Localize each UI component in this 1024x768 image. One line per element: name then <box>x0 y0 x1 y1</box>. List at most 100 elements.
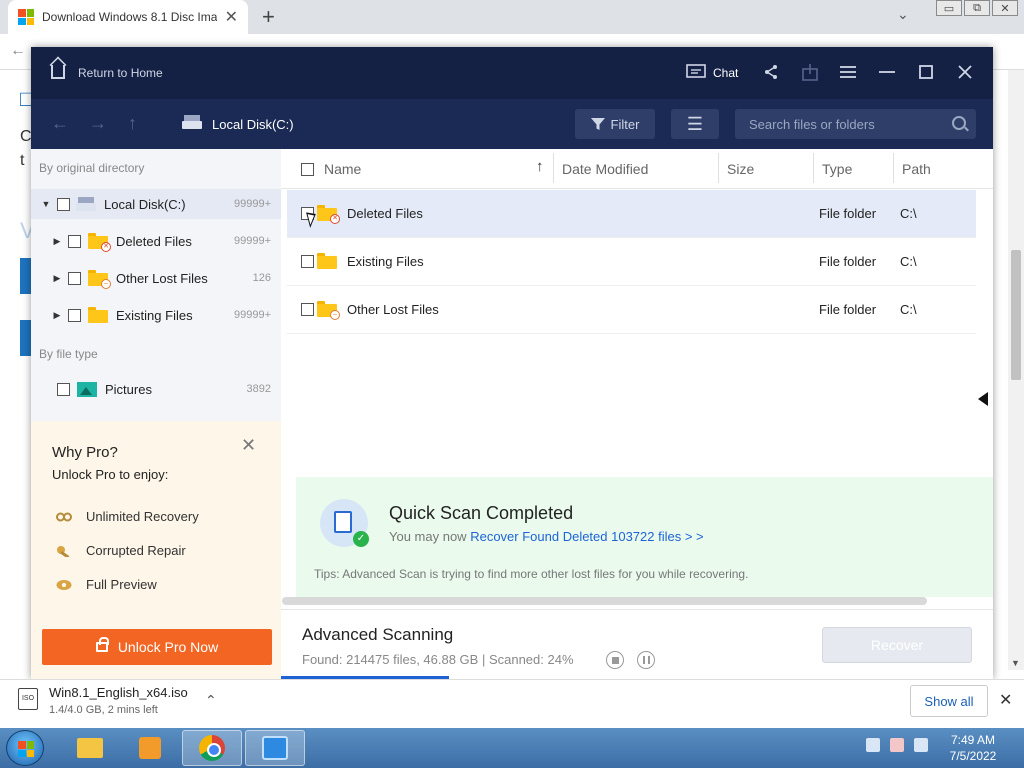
filter-icon <box>590 118 605 130</box>
tree-checkbox[interactable] <box>68 234 81 248</box>
list-menu-button[interactable]: ☰ <box>671 109 719 139</box>
home-icon[interactable] <box>51 65 65 79</box>
expand-right-icon[interactable]: ▶ <box>52 236 62 247</box>
scan-complete-card: ✓ Quick Scan Completed You may now Recov… <box>296 477 993 597</box>
collapse-panel-icon[interactable] <box>978 392 988 406</box>
chat-icon[interactable] <box>686 61 706 83</box>
tab-close-icon[interactable]: ✕ <box>225 7 238 27</box>
taskbar-explorer[interactable] <box>60 730 120 766</box>
horizontal-scrollbar[interactable] <box>282 597 927 605</box>
column-header-path[interactable]: Path <box>902 161 931 177</box>
browser-close-icon[interactable]: ✕ <box>992 0 1018 16</box>
close-icon[interactable] <box>958 61 972 83</box>
row-checkbox[interactable] <box>301 303 314 316</box>
recover-button[interactable]: Recover <box>822 627 972 663</box>
tree-item-label: Deleted Files <box>116 233 192 249</box>
taskbar-recovery-app[interactable] <box>245 730 305 766</box>
tree-item-other-lost-files[interactable]: ▶ – Other Lost Files 126 <box>31 263 281 293</box>
browser-tab[interactable]: Download Windows 8.1 Disc Ima ✕ <box>8 0 248 34</box>
tree-checkbox[interactable] <box>57 197 70 211</box>
eye-icon <box>56 579 72 590</box>
shelf-close-icon[interactable]: ✕ <box>999 690 1012 710</box>
return-home-link[interactable]: Return to Home <box>78 66 163 80</box>
row-type: File folder <box>819 254 877 269</box>
chevron-up-icon[interactable]: ⌃ <box>205 692 217 709</box>
search-icon[interactable] <box>952 116 966 130</box>
column-divider[interactable] <box>893 153 894 183</box>
browser-restore-icon[interactable]: ⧉ <box>964 0 990 16</box>
taskbar-media-player[interactable] <box>120 730 180 766</box>
minimize-icon[interactable] <box>879 61 895 83</box>
page-scroll-thumb[interactable] <box>1011 250 1021 380</box>
menu-icon[interactable] <box>840 61 856 83</box>
tree-item-local-disk[interactable]: ▼ Local Disk(C:) 99999+ <box>31 189 281 219</box>
new-tab-button[interactable]: + <box>262 4 275 30</box>
pro-close-icon[interactable]: ✕ <box>241 435 256 456</box>
unlock-pro-label: Unlock Pro Now <box>117 639 219 655</box>
download-filename[interactable]: Win8.1_English_x64.iso <box>49 685 188 700</box>
expand-right-icon[interactable]: ▶ <box>52 310 62 321</box>
table-row[interactable]: ✕ Deleted Files File folder C:\ <box>287 190 976 238</box>
chrome-icon <box>199 735 225 761</box>
column-header-date-modified[interactable]: Date Modified <box>562 161 648 177</box>
breadcrumb[interactable]: Local Disk(C:) <box>212 117 294 132</box>
page-scrollbar[interactable]: ▼ <box>1008 70 1024 670</box>
scroll-down-icon[interactable]: ▼ <box>1011 658 1020 668</box>
pictures-icon <box>77 381 97 397</box>
table-row[interactable]: – Other Lost Files File folder C:\ <box>287 286 976 334</box>
table-row[interactable]: Existing Files File folder C:\ <box>287 238 976 286</box>
tree-item-count: 99999+ <box>233 235 271 247</box>
unlock-pro-button[interactable]: Unlock Pro Now <box>42 629 272 665</box>
recover-found-link[interactable]: Recover Found Deleted 103722 files > > <box>470 529 703 544</box>
expand-down-icon[interactable]: ▼ <box>41 199 51 209</box>
row-checkbox[interactable] <box>301 255 314 268</box>
taskbar-chrome[interactable] <box>182 730 242 766</box>
tree-item-existing-files[interactable]: ▶ Existing Files 99999+ <box>31 300 281 330</box>
infinity-icon <box>56 512 72 521</box>
maximize-icon[interactable] <box>919 61 933 83</box>
system-clock[interactable]: 7:49 AM 7/5/2022 <box>938 732 1008 764</box>
disk-icon <box>76 197 96 211</box>
show-all-button[interactable]: Show all <box>910 685 988 717</box>
network-icon[interactable] <box>866 738 880 752</box>
column-divider[interactable] <box>718 153 719 183</box>
share-icon[interactable] <box>763 61 779 83</box>
tree-item-deleted-files[interactable]: ▶ ✕ Deleted Files 99999+ <box>31 226 281 256</box>
page-fragment-text: C <box>20 128 32 145</box>
tree-checkbox[interactable] <box>68 271 81 285</box>
iso-file-icon: ISO <box>18 688 38 710</box>
select-all-checkbox[interactable] <box>301 163 314 176</box>
tree-item-pictures[interactable]: Pictures 3892 <box>31 374 281 404</box>
volume-icon[interactable] <box>914 738 928 752</box>
browser-tabstrip: Download Windows 8.1 Disc Ima ✕ + ⌄ ▭ ⧉ … <box>0 0 1024 34</box>
filter-button[interactable]: Filter <box>575 109 655 139</box>
column-header-size[interactable]: Size <box>727 161 754 177</box>
nav-back-icon[interactable]: ← <box>51 113 69 134</box>
column-divider[interactable] <box>553 153 554 183</box>
tree-checkbox[interactable] <box>68 308 81 322</box>
scan-status-bar: Advanced Scanning Found: 214475 files, 4… <box>281 609 993 679</box>
tree-item-label: Existing Files <box>116 307 193 323</box>
browser-minimize-icon[interactable]: ▭ <box>936 0 962 16</box>
browser-back-icon[interactable]: ← <box>10 42 26 60</box>
tab-search-icon[interactable]: ⌄ <box>897 6 909 23</box>
start-button[interactable] <box>6 730 44 766</box>
column-header-name[interactable]: Name <box>324 161 361 177</box>
download-status: 1.4/4.0 GB, 2 mins left <box>49 704 158 716</box>
tab-title: Download Windows 8.1 Disc Ima <box>42 10 217 24</box>
column-divider[interactable] <box>813 153 814 183</box>
row-name: Other Lost Files <box>347 302 439 317</box>
export-icon[interactable] <box>801 61 819 83</box>
pause-scan-icon[interactable] <box>637 651 655 669</box>
scan-prefix: You may now <box>389 529 467 544</box>
chat-button[interactable]: Chat <box>713 66 738 80</box>
expand-right-icon[interactable]: ▶ <box>52 273 62 284</box>
nav-forward-icon[interactable]: → <box>89 113 107 134</box>
tree-checkbox[interactable] <box>57 382 70 396</box>
stop-scan-icon[interactable] <box>606 651 624 669</box>
sort-ascending-icon[interactable]: ↑ <box>536 158 544 175</box>
nav-up-icon[interactable]: ↑ <box>128 113 137 134</box>
search-input[interactable] <box>735 109 976 139</box>
action-center-icon[interactable] <box>890 738 904 752</box>
column-header-type[interactable]: Type <box>822 161 852 177</box>
